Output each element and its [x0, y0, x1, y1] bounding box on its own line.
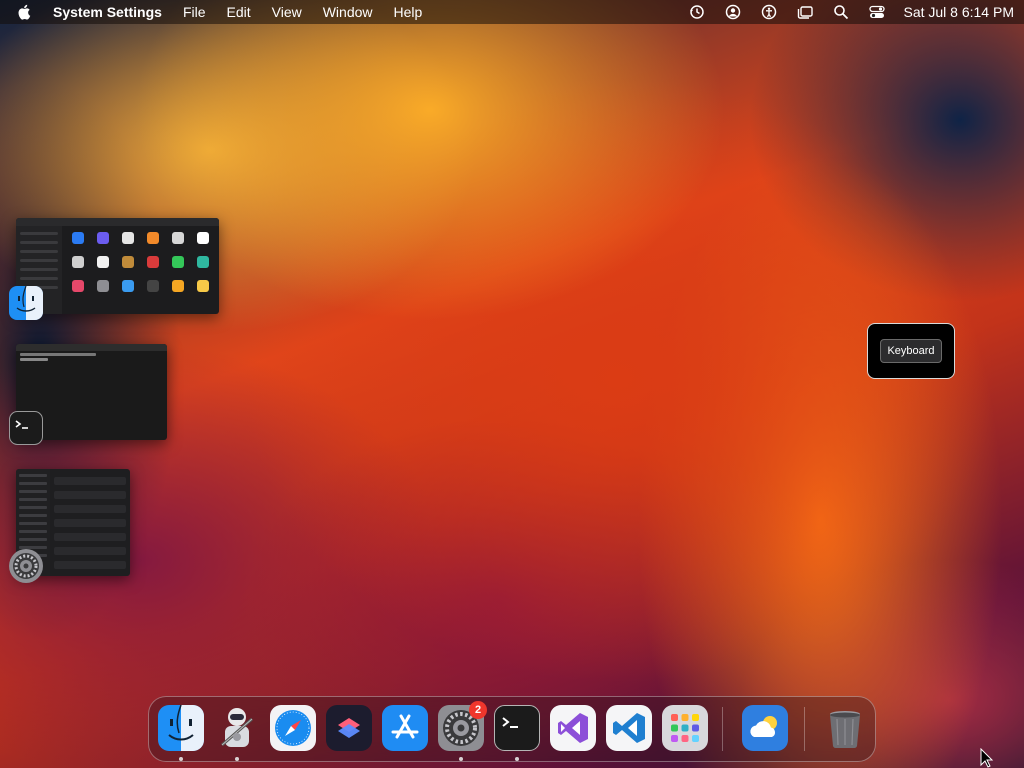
dock-visual-studio-icon[interactable] — [550, 705, 596, 751]
dock-trash-icon[interactable] — [822, 705, 868, 751]
dock-separator — [722, 707, 723, 751]
terminal-icon[interactable] — [9, 411, 43, 445]
control-center-icon[interactable] — [859, 0, 895, 24]
window-titlebar — [16, 218, 219, 226]
dock-terminal-icon[interactable] — [494, 705, 540, 751]
thumbnail-settings-row — [54, 533, 126, 541]
mouse-pointer-icon — [980, 747, 994, 768]
menu-file[interactable]: File — [183, 4, 206, 20]
menu-help[interactable]: Help — [394, 4, 423, 20]
system-settings-icon[interactable] — [9, 549, 43, 583]
running-indicator — [459, 757, 463, 761]
dock-finder-icon[interactable] — [158, 704, 204, 751]
notification-badge: 2 — [469, 701, 487, 719]
dock-separator — [804, 707, 805, 751]
dock-launchpad-icon[interactable] — [662, 705, 708, 751]
terminal-output-line — [20, 353, 96, 356]
menu-window[interactable]: Window — [323, 4, 373, 20]
tooltip-label: Keyboard — [880, 339, 942, 363]
apple-menu-icon[interactable] — [18, 3, 34, 21]
dock-shortcuts-icon[interactable] — [326, 705, 372, 751]
running-indicator — [179, 757, 183, 761]
finder-icon[interactable] — [9, 285, 43, 320]
menu-bar-clock[interactable]: Sat Jul 8 6:14 PM — [903, 4, 1014, 20]
time-machine-icon[interactable] — [679, 0, 715, 24]
thumbnail-app-grid — [72, 232, 209, 292]
running-indicator — [515, 757, 519, 761]
thumbnail-settings-row — [54, 519, 126, 527]
thumbnail-settings-row — [54, 561, 126, 569]
accessibility-icon[interactable] — [751, 0, 787, 24]
window-thumbnail[interactable] — [16, 218, 219, 314]
thumbnail-settings-row — [54, 505, 126, 513]
dock: 2 — [148, 696, 876, 762]
terminal-output-line — [20, 358, 48, 361]
running-indicator — [235, 757, 239, 761]
menu-edit[interactable]: Edit — [227, 4, 251, 20]
dock-automator-icon[interactable] — [214, 705, 260, 751]
user-account-icon[interactable] — [715, 0, 751, 24]
active-app-name[interactable]: System Settings — [53, 4, 162, 20]
window-titlebar — [16, 344, 167, 351]
dock-vscode-icon[interactable] — [606, 705, 652, 751]
thumbnail-settings-row — [54, 547, 126, 555]
dock-safari-icon[interactable] — [270, 705, 316, 751]
keyboard-tooltip: Keyboard — [867, 323, 955, 379]
spotlight-search-icon[interactable] — [823, 0, 859, 24]
menu-view[interactable]: View — [272, 4, 302, 20]
menu-bar: System Settings File Edit View Window He… — [0, 0, 1024, 24]
dock-weather-icon[interactable] — [742, 705, 788, 751]
thumbnail-settings-row — [54, 491, 126, 499]
thumbnail-settings-row — [54, 477, 126, 485]
stage-manager-icon[interactable] — [787, 0, 823, 24]
dock-app-store-icon[interactable] — [382, 705, 428, 751]
